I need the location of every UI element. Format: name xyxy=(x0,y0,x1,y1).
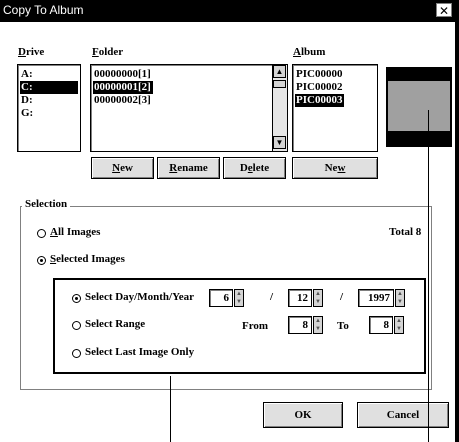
folder-list[interactable]: 00000000[1] 00000001[2] 00000002[3] ▲ ▼ xyxy=(90,64,288,152)
year-spinner[interactable]: ▲ ▼ xyxy=(395,289,405,307)
ok-button[interactable]: OK xyxy=(263,402,343,428)
window-frame-edge xyxy=(455,0,459,442)
album-item[interactable]: PIC00003 xyxy=(295,94,345,107)
spin-up-icon[interactable]: ▲ xyxy=(395,317,403,325)
folder-scrollbar[interactable]: ▲ ▼ xyxy=(272,65,287,151)
album-list[interactable]: PIC00000 PIC00002 PIC00003 xyxy=(292,64,378,152)
date-separator: / xyxy=(340,291,344,303)
spin-up-icon[interactable]: ▲ xyxy=(235,290,243,298)
range-from-field[interactable]: 8 xyxy=(288,316,312,334)
spin-up-icon[interactable]: ▲ xyxy=(314,290,322,298)
month-field[interactable]: 12 xyxy=(288,289,312,307)
drive-item-g[interactable]: G: xyxy=(20,107,35,120)
select-range-radio[interactable] xyxy=(72,321,81,330)
album-new-button[interactable]: New xyxy=(292,157,378,179)
spin-up-icon[interactable]: ▲ xyxy=(396,290,404,298)
delete-button[interactable]: Delete xyxy=(223,157,286,179)
date-separator: / xyxy=(270,291,274,303)
drive-list[interactable]: A: C: D: G: xyxy=(17,64,81,152)
rename-button[interactable]: Rename xyxy=(157,157,220,179)
scroll-thumb[interactable] xyxy=(273,80,286,88)
spin-down-icon[interactable]: ▼ xyxy=(314,298,322,306)
folder-item[interactable]: 00000002[3] xyxy=(93,94,153,107)
spin-down-icon[interactable]: ▼ xyxy=(314,325,322,333)
copy-to-album-dialog: Copy To Album ✕ Drive Folder Album A: C:… xyxy=(0,0,455,442)
day-spinner[interactable]: ▲ ▼ xyxy=(234,289,244,307)
spin-down-icon[interactable]: ▼ xyxy=(396,298,404,306)
range-to-spinner[interactable]: ▲ ▼ xyxy=(394,316,404,334)
all-images-label[interactable]: All Images xyxy=(50,226,100,238)
folder-item[interactable]: 00000000[1] xyxy=(93,68,153,81)
drive-label: Drive xyxy=(18,46,45,58)
selected-images-label[interactable]: Selected Images xyxy=(50,253,125,265)
select-last-image-radio[interactable] xyxy=(72,349,81,358)
from-label: From xyxy=(242,320,269,332)
close-icon[interactable]: ✕ xyxy=(436,3,452,18)
album-item[interactable]: PIC00002 xyxy=(295,81,344,94)
year-field[interactable]: 1997 xyxy=(358,289,394,307)
preview-frame xyxy=(386,67,452,147)
total-count: Total 8 xyxy=(389,226,422,238)
album-item[interactable]: PIC00000 xyxy=(295,68,344,81)
scroll-up-icon[interactable]: ▲ xyxy=(273,65,286,78)
title-bar: Copy To Album ✕ xyxy=(0,0,455,22)
folder-label: Folder xyxy=(92,46,124,58)
callout-line-options xyxy=(170,376,171,442)
window-title: Copy To Album xyxy=(3,3,84,17)
select-range-label[interactable]: Select Range xyxy=(85,318,145,330)
spin-down-icon[interactable]: ▼ xyxy=(395,325,403,333)
select-day-label[interactable]: Select Day/Month/Year xyxy=(85,291,194,303)
drive-item-d[interactable]: D: xyxy=(20,94,35,107)
range-to-field[interactable]: 8 xyxy=(369,316,393,334)
day-field[interactable]: 6 xyxy=(209,289,233,307)
month-spinner[interactable]: ▲ ▼ xyxy=(313,289,323,307)
select-day-radio[interactable] xyxy=(72,294,81,303)
drive-item-a[interactable]: A: xyxy=(20,68,35,81)
album-label: Album xyxy=(293,46,326,58)
selection-group-label: Selection xyxy=(22,198,71,210)
thumbnail-preview xyxy=(388,81,450,131)
scroll-down-icon[interactable]: ▼ xyxy=(273,136,286,149)
all-images-radio[interactable] xyxy=(37,229,46,238)
range-from-spinner[interactable]: ▲ ▼ xyxy=(313,316,323,334)
folder-new-button[interactable]: New xyxy=(91,157,154,179)
folder-item[interactable]: 00000001[2] xyxy=(93,81,153,94)
select-last-image-label[interactable]: Select Last Image Only xyxy=(85,346,194,358)
to-label: To xyxy=(337,320,349,332)
drive-item-c[interactable]: C: xyxy=(20,81,78,94)
callout-line-preview xyxy=(428,110,429,442)
spin-down-icon[interactable]: ▼ xyxy=(235,298,243,306)
spin-up-icon[interactable]: ▲ xyxy=(314,317,322,325)
selected-images-radio[interactable] xyxy=(37,256,46,265)
cancel-button[interactable]: Cancel xyxy=(357,402,449,428)
